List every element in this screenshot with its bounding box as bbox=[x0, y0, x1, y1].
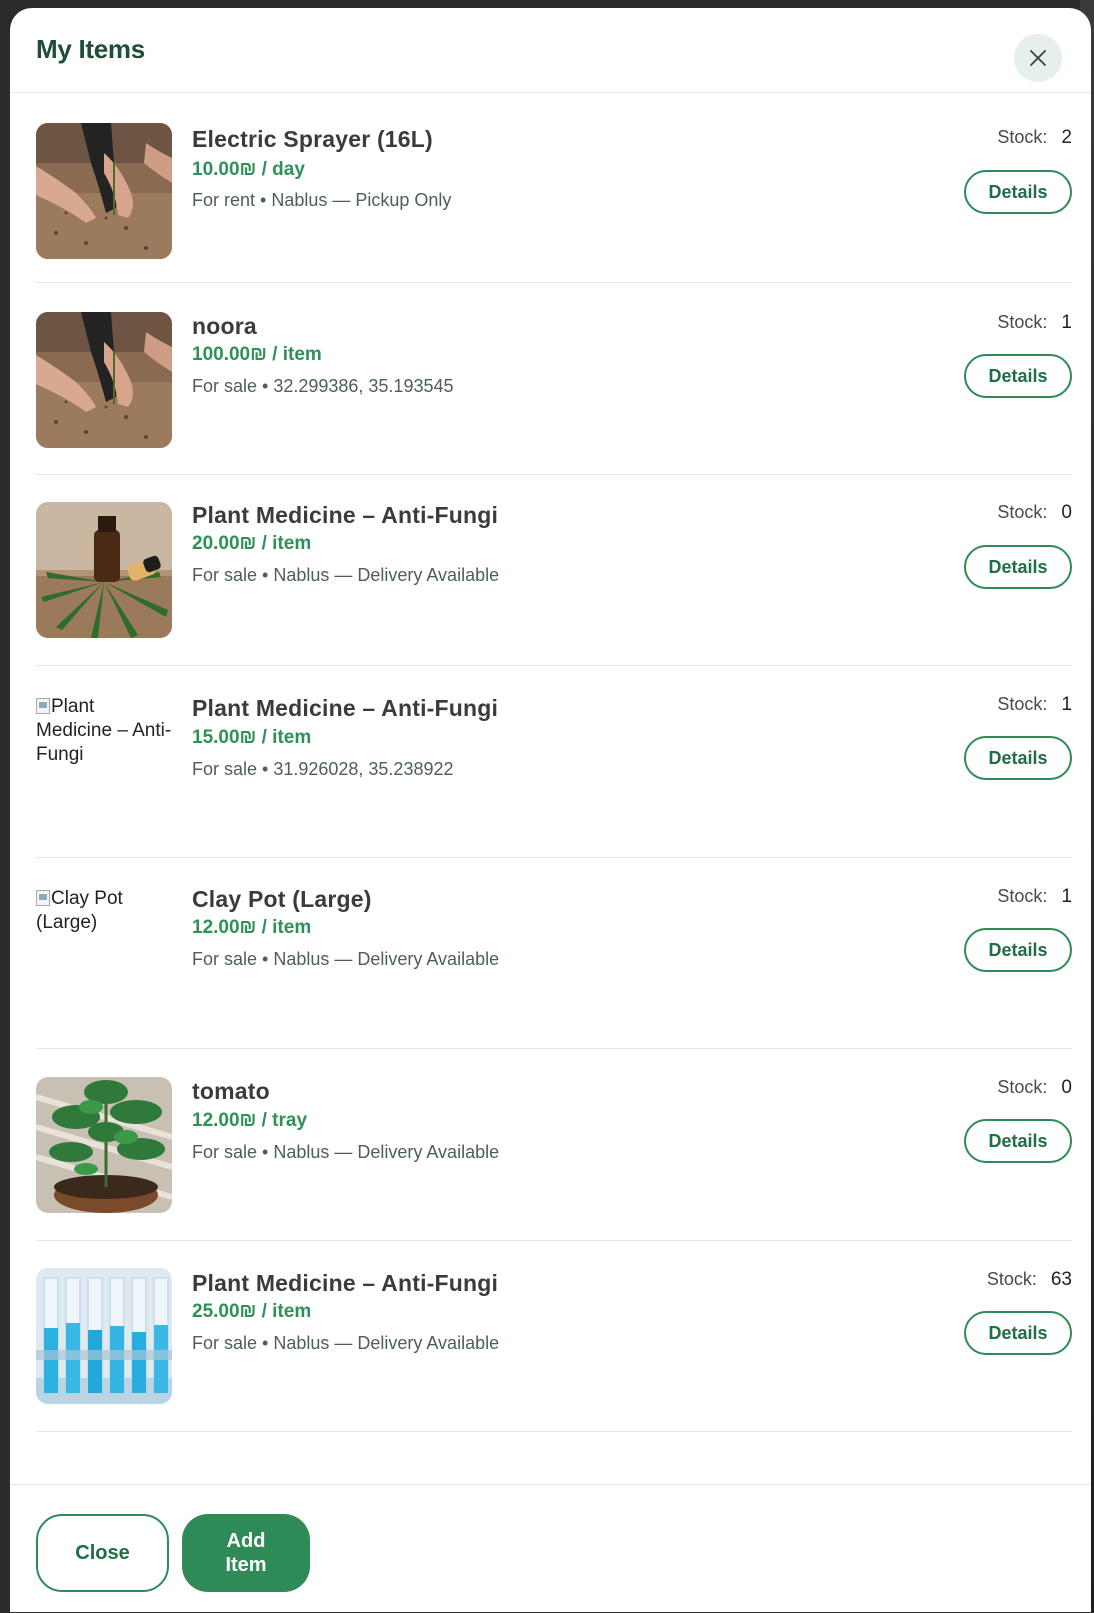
stock-label: Stock: bbox=[997, 127, 1048, 147]
stock-label: Stock: bbox=[997, 312, 1048, 332]
item-name: Plant Medicine – Anti-Fungi bbox=[192, 1270, 499, 1296]
details-button[interactable]: Details bbox=[964, 170, 1072, 214]
stock-count: Stock: 1 bbox=[997, 886, 1072, 908]
list-item: Plant Medicine – Anti-Fungi Plant Medici… bbox=[36, 666, 1072, 858]
item-price: 12.00₪ / item bbox=[192, 917, 312, 938]
item-price: 25.00₪ / item bbox=[192, 1301, 312, 1322]
item-image-tomato-plant bbox=[36, 1077, 172, 1213]
item-meta: For sale • Nablus — Delivery Available bbox=[192, 1333, 500, 1353]
close-modal-button[interactable] bbox=[1014, 34, 1062, 82]
list-item: Plant Medicine – Anti-Fungi 20.00₪ / ite… bbox=[36, 475, 1072, 666]
item-meta: For rent • Nablus — Pickup Only bbox=[192, 190, 452, 210]
broken-image: Clay Pot (Large) bbox=[36, 887, 172, 935]
item-name: noora bbox=[192, 313, 257, 339]
stock-value: 0 bbox=[1061, 502, 1072, 523]
details-button[interactable]: Details bbox=[964, 545, 1072, 589]
item-meta: For sale • Nablus — Delivery Available bbox=[192, 1142, 500, 1162]
item-price: 15.00₪ / item bbox=[192, 727, 312, 748]
stock-value: 1 bbox=[1061, 312, 1072, 333]
item-meta: For sale • Nablus — Delivery Available bbox=[192, 565, 500, 585]
details-button[interactable]: Details bbox=[964, 928, 1072, 972]
list-item: Plant Medicine – Anti-Fungi 25.00₪ / ite… bbox=[36, 1241, 1072, 1432]
item-image-hands-soil bbox=[36, 312, 172, 448]
stock-value: 0 bbox=[1061, 1077, 1072, 1098]
stock-value: 63 bbox=[1050, 1269, 1072, 1290]
stock-count: Stock: 2 bbox=[997, 127, 1072, 149]
add-item-button[interactable]: Add Item bbox=[182, 1514, 310, 1592]
list-item: noora 100.00₪ / item For sale • 32.29938… bbox=[36, 283, 1072, 475]
stock-value: 1 bbox=[1061, 886, 1072, 907]
item-name: Plant Medicine – Anti-Fungi bbox=[192, 502, 499, 528]
item-price: 10.00₪ / day bbox=[192, 159, 305, 180]
details-button[interactable]: Details bbox=[964, 1119, 1072, 1163]
close-button[interactable]: Close bbox=[36, 1514, 169, 1592]
list-item: tomato 12.00₪ / tray For sale • Nablus —… bbox=[36, 1049, 1072, 1241]
my-items-modal: My Items Electric Sprayer (16L) 10.00₪ /… bbox=[10, 8, 1091, 1612]
stock-label: Stock: bbox=[997, 502, 1048, 522]
modal-title: My Items bbox=[36, 34, 145, 64]
close-icon bbox=[1030, 50, 1046, 66]
add-item-label-line2: Item bbox=[225, 1554, 267, 1576]
stock-label: Stock: bbox=[997, 694, 1048, 714]
broken-image-icon bbox=[36, 698, 50, 714]
item-price: 12.00₪ / tray bbox=[192, 1110, 308, 1131]
item-name: Clay Pot (Large) bbox=[192, 886, 372, 912]
item-meta: For sale • Nablus — Delivery Available bbox=[192, 949, 500, 969]
item-name: Plant Medicine – Anti-Fungi bbox=[192, 695, 499, 721]
broken-image: Plant Medicine – Anti-Fungi bbox=[36, 695, 172, 767]
image-alt-text: Plant Medicine – Anti-Fungi bbox=[36, 696, 172, 765]
stock-count: Stock: 63 bbox=[987, 1269, 1072, 1291]
broken-image-icon bbox=[36, 890, 50, 906]
item-image-test-tubes bbox=[36, 1268, 172, 1404]
modal-header: My Items bbox=[10, 8, 1091, 93]
details-button[interactable]: Details bbox=[964, 354, 1072, 398]
stock-count: Stock: 0 bbox=[997, 1077, 1072, 1099]
modal-footer: Close Add Item bbox=[10, 1484, 1091, 1613]
stock-count: Stock: 1 bbox=[997, 694, 1072, 716]
stock-label: Stock: bbox=[997, 1077, 1048, 1097]
item-price: 20.00₪ / item bbox=[192, 533, 312, 554]
stock-count: Stock: 0 bbox=[997, 502, 1072, 524]
stock-value: 1 bbox=[1061, 694, 1072, 715]
item-image-oil-bottle bbox=[36, 502, 172, 638]
item-meta: For sale • 32.299386, 35.193545 bbox=[192, 376, 454, 396]
item-image-hands-soil bbox=[36, 123, 172, 259]
details-button[interactable]: Details bbox=[964, 736, 1072, 780]
list-item: Electric Sprayer (16L) 10.00₪ / day For … bbox=[36, 100, 1072, 283]
list-item: Clay Pot (Large) Clay Pot (Large) 12.00₪… bbox=[36, 858, 1072, 1049]
item-name: tomato bbox=[192, 1078, 270, 1104]
details-button[interactable]: Details bbox=[964, 1311, 1072, 1355]
item-price: 100.00₪ / item bbox=[192, 344, 322, 365]
add-item-label-line1: Add bbox=[226, 1530, 266, 1552]
item-name: Electric Sprayer (16L) bbox=[192, 126, 433, 152]
item-meta: For sale • 31.926028, 35.238922 bbox=[192, 759, 454, 779]
stock-count: Stock: 1 bbox=[997, 312, 1072, 334]
stock-label: Stock: bbox=[986, 1269, 1037, 1289]
stock-label: Stock: bbox=[997, 886, 1048, 906]
items-list: Electric Sprayer (16L) 10.00₪ / day For … bbox=[36, 100, 1072, 1432]
stock-value: 2 bbox=[1061, 127, 1072, 148]
